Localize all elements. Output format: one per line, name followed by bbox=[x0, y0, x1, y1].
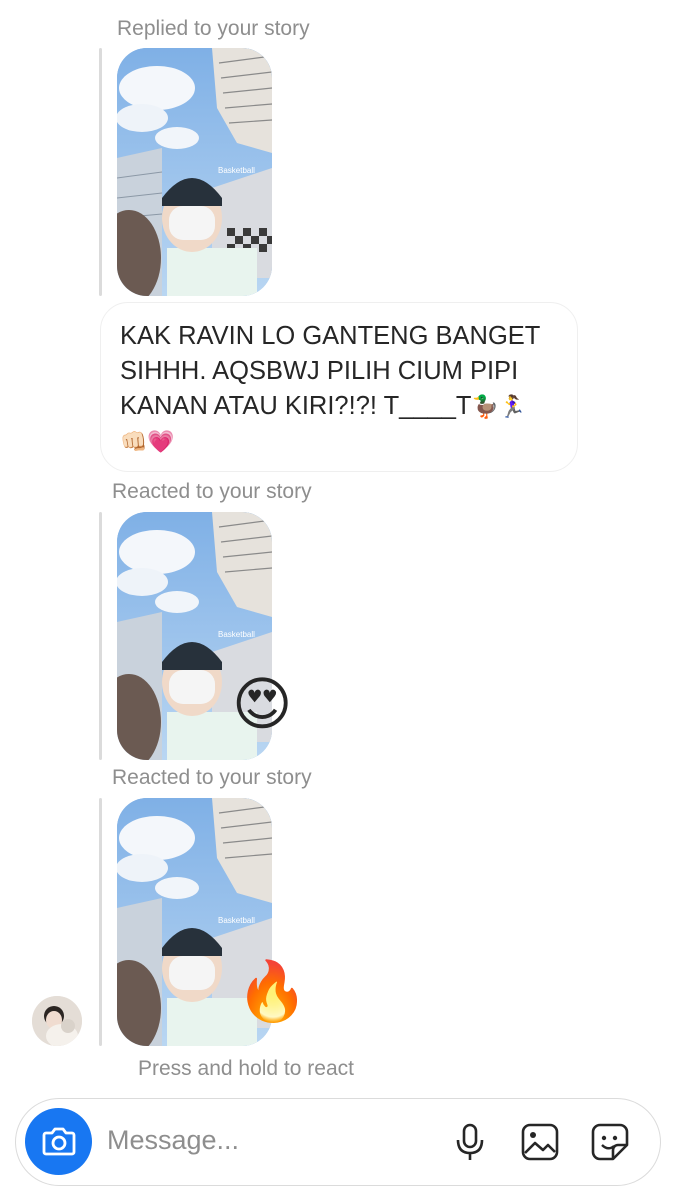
replied-to-story-label: Replied to your story bbox=[117, 17, 310, 40]
sticker-icon bbox=[591, 1123, 629, 1161]
message-emoji-line: 👊🏻💗 bbox=[120, 429, 175, 454]
message-bubble[interactable]: KAK RAVIN LO GANTENG BANGET SIHHH. AQSBW… bbox=[100, 302, 578, 472]
reply-rail bbox=[99, 798, 102, 1046]
avatar[interactable] bbox=[32, 996, 82, 1046]
reply-rail bbox=[99, 48, 102, 296]
heart-eyes-reaction: 😍 bbox=[232, 670, 293, 738]
story-thumbnail[interactable]: Basketball bbox=[117, 48, 272, 296]
story-caption: Basketball bbox=[218, 630, 255, 639]
message-line: SIHHH. AQSBWJ PILIH CIUM PIPI bbox=[120, 357, 519, 385]
sticker-button[interactable] bbox=[589, 1121, 631, 1163]
microphone-button[interactable] bbox=[449, 1121, 491, 1163]
gallery-button[interactable] bbox=[519, 1121, 561, 1163]
message-composer: Message... bbox=[15, 1098, 661, 1186]
reacted-to-story-label: Reacted to your story bbox=[112, 480, 312, 503]
camera-button[interactable] bbox=[25, 1108, 92, 1175]
reacted-to-story-label: Reacted to your story bbox=[112, 766, 312, 789]
message-input[interactable]: Message... bbox=[107, 1125, 239, 1156]
camera-icon bbox=[42, 1127, 76, 1156]
message-line: KANAN ATAU KIRI?!?! T____T🦆🏃‍♀️ bbox=[120, 392, 527, 420]
story-caption: Basketball bbox=[218, 916, 255, 925]
microphone-icon bbox=[456, 1123, 484, 1160]
avatar-image bbox=[32, 996, 82, 1046]
story-caption: Basketball bbox=[218, 166, 255, 175]
reply-rail bbox=[99, 512, 102, 760]
gallery-icon bbox=[521, 1123, 559, 1161]
press-hold-hint: Press and hold to react bbox=[138, 1057, 354, 1080]
message-line: KAK RAVIN LO GANTENG BANGET bbox=[120, 322, 541, 350]
fire-reaction: 🔥 bbox=[236, 957, 309, 1025]
